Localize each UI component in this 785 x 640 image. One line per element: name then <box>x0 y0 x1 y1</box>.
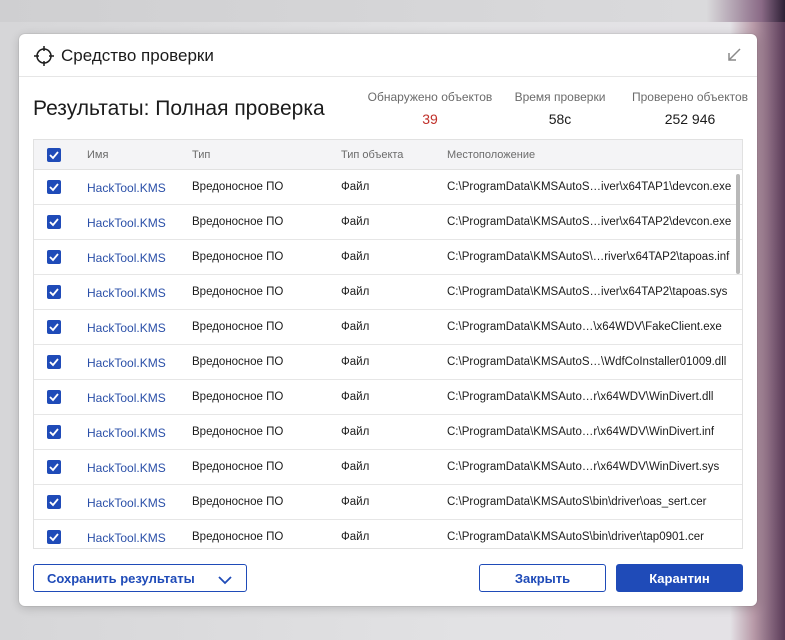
row-checkbox[interactable] <box>47 425 61 439</box>
crosshair-icon <box>33 45 55 67</box>
object-type: Файл <box>341 496 370 508</box>
file-location: C:\ProgramData\KMSAutoS…iver\x64TAP2\tap… <box>447 286 728 298</box>
file-location: C:\ProgramData\KMSAutoS\…river\x64TAP2\t… <box>447 251 730 263</box>
select-all-checkbox[interactable] <box>47 148 61 162</box>
file-location: C:\ProgramData\KMSAutoS\bin\driver\oas_s… <box>447 496 707 508</box>
stat-value: 58с <box>548 111 572 127</box>
chevron-down-icon <box>218 573 232 585</box>
threat-type: Вредоносное ПО <box>192 251 284 263</box>
file-location: C:\ProgramData\KMSAuto…\x64WDV\FakeClien… <box>447 321 722 333</box>
minimize-icon[interactable] <box>725 46 743 64</box>
object-type: Файл <box>341 251 370 263</box>
table-body: HackTool.KMS Вредоносное ПО Файл C:\Program… <box>34 170 742 548</box>
stat-detected: Обнаружено объектов 39 <box>363 90 497 127</box>
row-checkbox[interactable] <box>47 285 61 299</box>
column-header-type[interactable]: Тип <box>192 149 210 161</box>
threat-type: Вредоносное ПО <box>192 286 284 298</box>
file-location: C:\ProgramData\KMSAuto…r\x64WDV\WinDiver… <box>447 426 715 438</box>
save-results-label: Сохранить результаты <box>47 570 195 586</box>
threat-type: Вредоносное ПО <box>192 391 284 403</box>
row-checkbox[interactable] <box>47 180 61 194</box>
file-location: C:\ProgramData\KMSAutoS\bin\driver\tap09… <box>447 531 704 543</box>
row-checkbox[interactable] <box>47 530 61 544</box>
threat-type: Вредоносное ПО <box>192 321 284 333</box>
save-results-button[interactable]: Сохранить результаты <box>33 564 247 592</box>
column-header-object-type[interactable]: Тип объекта <box>341 149 403 161</box>
column-header-location[interactable]: Местоположение <box>447 149 535 161</box>
threat-name[interactable]: HackTool.KMS <box>87 426 166 440</box>
threat-name[interactable]: HackTool.KMS <box>87 356 166 370</box>
stat-scan-time: Время проверки 58с <box>510 90 610 127</box>
table-row[interactable]: HackTool.KMS Вредоносное ПО Файл C:\Program… <box>34 380 742 415</box>
object-type: Файл <box>341 286 370 298</box>
threat-type: Вредоносное ПО <box>192 216 284 228</box>
row-checkbox[interactable] <box>47 250 61 264</box>
table-row[interactable]: HackTool.KMS Вредоносное ПО Файл C:\Program… <box>34 485 742 520</box>
row-checkbox[interactable] <box>47 320 61 334</box>
object-type: Файл <box>341 181 370 193</box>
table-row[interactable]: HackTool.KMS Вредоносное ПО Файл C:\Program… <box>34 205 742 240</box>
scrollbar-thumb[interactable] <box>736 174 740 274</box>
threat-type: Вредоносное ПО <box>192 426 284 438</box>
row-checkbox[interactable] <box>47 460 61 474</box>
threat-name[interactable]: HackTool.KMS <box>87 496 166 510</box>
stat-value: 39 <box>422 111 438 127</box>
object-type: Файл <box>341 391 370 403</box>
close-button[interactable]: Закрыть <box>479 564 606 592</box>
object-type: Файл <box>341 461 370 473</box>
stat-label: Обнаружено объектов <box>367 90 493 104</box>
object-type: Файл <box>341 426 370 438</box>
table-row[interactable]: HackTool.KMS Вредоносное ПО Файл C:\Program… <box>34 345 742 380</box>
object-type: Файл <box>341 531 370 543</box>
file-location: C:\ProgramData\KMSAutoS…iver\x64TAP2\dev… <box>447 216 732 228</box>
quarantine-button[interactable]: Карантин <box>616 564 743 592</box>
table-row[interactable]: HackTool.KMS Вредоносное ПО Файл C:\Program… <box>34 240 742 275</box>
table-row[interactable]: HackTool.KMS Вредоносное ПО Файл C:\Program… <box>34 310 742 345</box>
threat-name[interactable]: HackTool.KMS <box>87 216 166 230</box>
object-type: Файл <box>341 356 370 368</box>
window-title: Средство проверки <box>61 46 214 65</box>
table-row[interactable]: HackTool.KMS Вредоносное ПО Файл C:\Program… <box>34 520 742 548</box>
title-bar: Средство проверки <box>19 34 757 76</box>
object-type: Файл <box>341 216 370 228</box>
threat-type: Вредоносное ПО <box>192 356 284 368</box>
table-row[interactable]: HackTool.KMS Вредоносное ПО Файл C:\Program… <box>34 170 742 205</box>
threat-name[interactable]: HackTool.KMS <box>87 391 166 405</box>
table-row[interactable]: HackTool.KMS Вредоносное ПО Файл C:\Program… <box>34 275 742 310</box>
title-divider <box>19 76 757 77</box>
threat-name[interactable]: HackTool.KMS <box>87 531 166 545</box>
file-location: C:\ProgramData\KMSAuto…r\x64WDV\WinDiver… <box>447 391 714 403</box>
stat-label: Проверено объектов <box>632 90 748 104</box>
threat-name[interactable]: HackTool.KMS <box>87 461 166 475</box>
table-row[interactable]: HackTool.KMS Вредоносное ПО Файл C:\Program… <box>34 450 742 485</box>
stat-value: 252 946 <box>664 111 716 127</box>
scanner-window: Средство проверки Результаты: Полная про… <box>19 34 757 606</box>
results-table: Имя Тип Тип объекта Местоположение HackT… <box>33 139 743 549</box>
row-checkbox[interactable] <box>47 390 61 404</box>
row-checkbox[interactable] <box>47 215 61 229</box>
threat-type: Вредоносное ПО <box>192 461 284 473</box>
threat-name[interactable]: HackTool.KMS <box>87 181 166 195</box>
table-row[interactable]: HackTool.KMS Вредоносное ПО Файл C:\Program… <box>34 415 742 450</box>
object-type: Файл <box>341 321 370 333</box>
threat-name[interactable]: HackTool.KMS <box>87 321 166 335</box>
row-checkbox[interactable] <box>47 355 61 369</box>
results-title: Результаты: Полная проверка <box>33 97 325 120</box>
threat-type: Вредоносное ПО <box>192 531 284 543</box>
file-location: C:\ProgramData\KMSAuto…r\x64WDV\WinDiver… <box>447 461 720 473</box>
stat-label: Время проверки <box>514 90 606 104</box>
row-checkbox[interactable] <box>47 495 61 509</box>
desktop-background <box>0 0 785 22</box>
file-location: C:\ProgramData\KMSAutoS…iver\x64TAP1\dev… <box>447 181 732 193</box>
column-header-name[interactable]: Имя <box>87 149 108 161</box>
threat-name[interactable]: HackTool.KMS <box>87 251 166 265</box>
file-location: C:\ProgramData\KMSAutoS…\WdfCoInstaller0… <box>447 356 727 368</box>
threat-name[interactable]: HackTool.KMS <box>87 286 166 300</box>
threat-type: Вредоносное ПО <box>192 181 284 193</box>
table-header: Имя Тип Тип объекта Местоположение <box>34 140 742 170</box>
threat-type: Вредоносное ПО <box>192 496 284 508</box>
stat-scanned: Проверено объектов 252 946 <box>630 90 750 127</box>
